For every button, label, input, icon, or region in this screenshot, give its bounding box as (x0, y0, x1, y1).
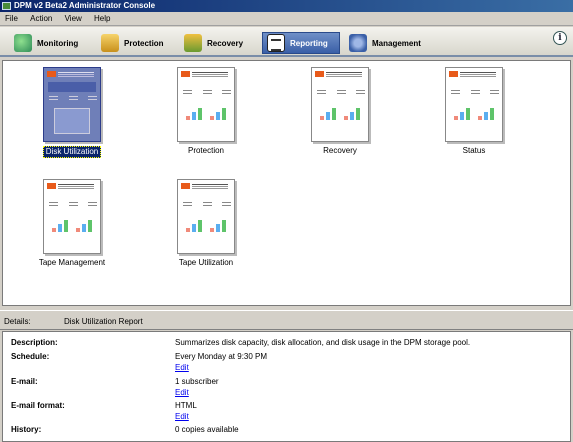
report-protection[interactable]: Protection (161, 67, 251, 156)
navigation-tabs: Monitoring Protection Recovery Reporting… (0, 27, 573, 57)
report-thumbnail (445, 67, 503, 142)
details-title: Disk Utilization Report (64, 317, 143, 326)
description-key: Description: (11, 338, 58, 347)
menu-view[interactable]: View (60, 12, 87, 26)
email-key: E-mail: (11, 377, 38, 386)
tab-management-label: Management (372, 38, 421, 48)
tab-protection-label: Protection (124, 38, 164, 48)
report-recovery[interactable]: Recovery (295, 67, 385, 156)
report-label: Tape Management (38, 258, 106, 267)
details-pane: Description: Summarizes disk capacity, d… (2, 331, 571, 442)
email-format-value: HTML (175, 401, 197, 410)
menu-action[interactable]: Action (25, 12, 57, 26)
report-status[interactable]: Status (429, 67, 519, 156)
tab-reporting-label: Reporting (290, 38, 328, 48)
history-key: History: (11, 425, 42, 434)
recovery-icon (184, 34, 202, 52)
menu-bar: File Action View Help (0, 12, 573, 26)
email-format-edit-link[interactable]: Edit (175, 412, 189, 421)
schedule-key: Schedule: (11, 352, 50, 361)
report-thumbnail (177, 179, 235, 254)
protection-icon (101, 34, 119, 52)
email-format-key: E-mail format: (11, 401, 65, 410)
report-label: Tape Utilization (178, 258, 234, 267)
tab-protection[interactable]: Protection (97, 32, 175, 54)
reports-list: Disk Utilization Protection Recovery Sta… (2, 60, 571, 306)
details-header: Details: Disk Utilization Report (0, 310, 573, 330)
details-label: Details: (4, 317, 31, 326)
menu-file[interactable]: File (0, 12, 23, 26)
tab-monitoring[interactable]: Monitoring (10, 32, 88, 54)
report-thumbnail (311, 67, 369, 142)
monitoring-icon (14, 34, 32, 52)
info-icon[interactable]: i (553, 31, 567, 45)
tab-reporting[interactable]: Reporting (262, 32, 340, 54)
window-title: DPM v2 Beta2 Administrator Console (14, 1, 156, 10)
report-label: Recovery (323, 146, 357, 155)
history-value: 0 copies available (175, 425, 239, 434)
report-tape-utilization[interactable]: Tape Utilization (161, 179, 251, 268)
management-icon (349, 34, 367, 52)
description-value: Summarizes disk capacity, disk allocatio… (175, 338, 471, 347)
schedule-value: Every Monday at 9:30 PM (175, 352, 268, 361)
report-label: Status (462, 146, 486, 155)
report-tape-management[interactable]: Tape Management (27, 179, 117, 268)
tab-monitoring-label: Monitoring (37, 38, 79, 48)
tab-recovery[interactable]: Recovery (180, 32, 258, 54)
tab-management[interactable]: Management (345, 32, 445, 54)
report-thumbnail (43, 67, 101, 142)
report-label: Disk Utilization (42, 146, 102, 158)
tab-recovery-label: Recovery (207, 38, 244, 48)
schedule-edit-link[interactable]: Edit (175, 363, 189, 372)
title-bar: DPM v2 Beta2 Administrator Console (0, 0, 573, 12)
reporting-icon (267, 34, 285, 52)
report-label: Protection (187, 146, 225, 155)
email-edit-link[interactable]: Edit (175, 388, 189, 397)
report-disk-utilization[interactable]: Disk Utilization (27, 67, 117, 158)
report-thumbnail (177, 67, 235, 142)
report-thumbnail (43, 179, 101, 254)
menu-help[interactable]: Help (89, 12, 115, 26)
app-icon (2, 2, 11, 10)
email-value: 1 subscriber (175, 377, 219, 386)
